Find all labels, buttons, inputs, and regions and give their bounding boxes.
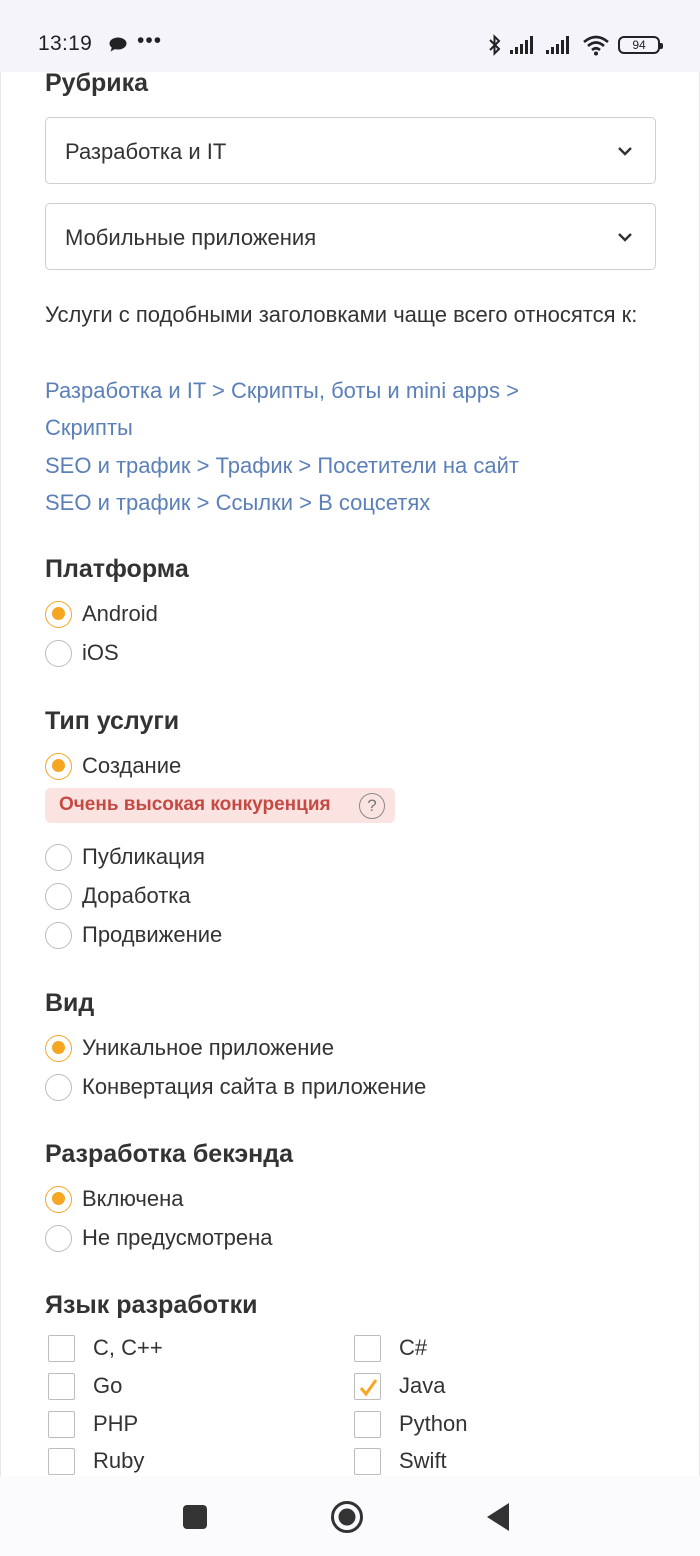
category-select-value: Разработка и IT (65, 139, 227, 164)
backend-option-none[interactable]: Не предусмотрена (45, 1223, 273, 1253)
help-icon[interactable]: ? (359, 793, 385, 819)
option-label: Продвижение (82, 922, 223, 947)
service-type-option-improve[interactable]: Доработка (45, 881, 191, 911)
category-select[interactable]: Разработка и IT (45, 117, 656, 184)
option-label: Java (399, 1373, 446, 1398)
platform-heading: Платформа (45, 555, 189, 583)
bluetooth-icon (489, 34, 501, 56)
language-option-java[interactable]: Java (354, 1371, 445, 1401)
checkmark-icon (359, 1378, 378, 1396)
wifi-icon (583, 35, 609, 56)
checkbox[interactable] (48, 1410, 75, 1438)
hint-link-scripts[interactable]: Разработка и IT > Скрипты, боты и mini a… (45, 378, 519, 404)
competition-badge-text: Очень высокая конкуренция (59, 794, 331, 815)
option-label: Swift (399, 1448, 447, 1473)
radio[interactable] (45, 1073, 72, 1101)
option-label: Конвертация сайта в приложение (82, 1074, 427, 1099)
kind-heading: Вид (45, 989, 95, 1017)
signal-icon (510, 36, 533, 54)
status-time: 13:19 (38, 32, 93, 55)
subcategory-select-value: Мобильные приложения (65, 225, 317, 250)
subcategory-select[interactable]: Мобильные приложения (45, 203, 656, 270)
home-button[interactable] (330, 1500, 364, 1534)
hint-link-traffic[interactable]: SEO и трафик > Трафик > Посетители на са… (45, 453, 519, 479)
kind-option-convert[interactable]: Конвертация сайта в приложение (45, 1072, 426, 1102)
form-content[interactable]: Рубрика Разработка и IT Мобильные прилож… (0, 72, 700, 1476)
radio[interactable] (45, 1224, 72, 1252)
competition-badge: Очень высокая конкуренция ? (45, 788, 395, 823)
radio-selected[interactable] (45, 1034, 72, 1062)
language-option-php[interactable]: PHP (48, 1409, 138, 1439)
option-label: Python (399, 1411, 468, 1436)
checkbox[interactable] (354, 1334, 381, 1362)
option-label: Уникальное приложение (82, 1035, 334, 1060)
option-label: Доработка (82, 883, 191, 908)
hint-link-social[interactable]: SEO и трафик > Ссылки > В соцсетях (45, 490, 430, 516)
option-label: Go (93, 1373, 123, 1398)
platform-option-android[interactable]: Android (45, 599, 158, 629)
battery-icon: 94 (618, 36, 663, 54)
option-label: Публикация (82, 844, 205, 869)
option-label: Ruby (93, 1448, 145, 1473)
language-option-swift[interactable]: Swift (354, 1446, 447, 1476)
category-hint: Услуги с подобными заголовками чаще всег… (45, 302, 638, 327)
language-heading: Язык разработки (45, 1291, 258, 1319)
checkbox[interactable] (354, 1447, 381, 1475)
checkbox[interactable] (48, 1372, 75, 1400)
chevron-down-icon (618, 147, 632, 156)
signal-icon (546, 36, 569, 54)
language-option-csharp[interactable]: C# (354, 1333, 427, 1363)
battery-level: 94 (632, 38, 646, 52)
radio-selected[interactable] (45, 600, 72, 628)
status-icons: 94 (488, 33, 663, 57)
service-type-option-create[interactable]: Создание (45, 751, 181, 781)
backend-heading: Разработка бекэнда (45, 1140, 294, 1168)
checkbox-checked[interactable] (354, 1372, 381, 1400)
platform-option-ios[interactable]: iOS (45, 638, 119, 668)
option-label: PHP (93, 1411, 139, 1436)
status-bar: 13:19 ••• 94 (0, 0, 700, 72)
rubric-heading: Рубрика (45, 72, 149, 97)
system-nav-bar (0, 1476, 700, 1556)
option-label: Не предусмотрена (82, 1225, 273, 1250)
checkbox[interactable] (48, 1447, 75, 1475)
language-option-python[interactable]: Python (354, 1409, 468, 1439)
chevron-down-icon (618, 233, 632, 242)
service-type-option-publish[interactable]: Публикация (45, 842, 205, 872)
option-label: C, C++ (93, 1335, 163, 1360)
radio-selected[interactable] (45, 752, 72, 780)
checkbox[interactable] (354, 1410, 381, 1438)
option-label: Создание (82, 753, 182, 778)
radio-selected[interactable] (45, 1185, 72, 1213)
language-option-ruby[interactable]: Ruby (48, 1446, 144, 1476)
service-type-heading: Тип услуги (45, 707, 180, 735)
more-notifications-icon: ••• (137, 29, 163, 52)
option-label: Включена (82, 1186, 184, 1211)
checkbox[interactable] (48, 1334, 75, 1362)
option-label: iOS (82, 640, 119, 665)
language-option-go[interactable]: Go (48, 1371, 122, 1401)
radio[interactable] (45, 921, 72, 949)
kind-option-unique[interactable]: Уникальное приложение (45, 1033, 334, 1063)
hint-link-scripts-cont[interactable]: Скрипты (45, 415, 133, 441)
radio[interactable] (45, 639, 72, 667)
radio[interactable] (45, 843, 72, 871)
option-label: Android (82, 601, 158, 626)
recent-apps-button[interactable] (178, 1500, 212, 1534)
backend-option-included[interactable]: Включена (45, 1184, 183, 1214)
back-button[interactable] (482, 1500, 516, 1534)
option-label: C# (399, 1335, 428, 1360)
service-type-option-promote[interactable]: Продвижение (45, 920, 222, 950)
language-option-c-cpp[interactable]: C, C++ (48, 1333, 163, 1363)
radio[interactable] (45, 882, 72, 910)
chat-icon (109, 37, 127, 52)
